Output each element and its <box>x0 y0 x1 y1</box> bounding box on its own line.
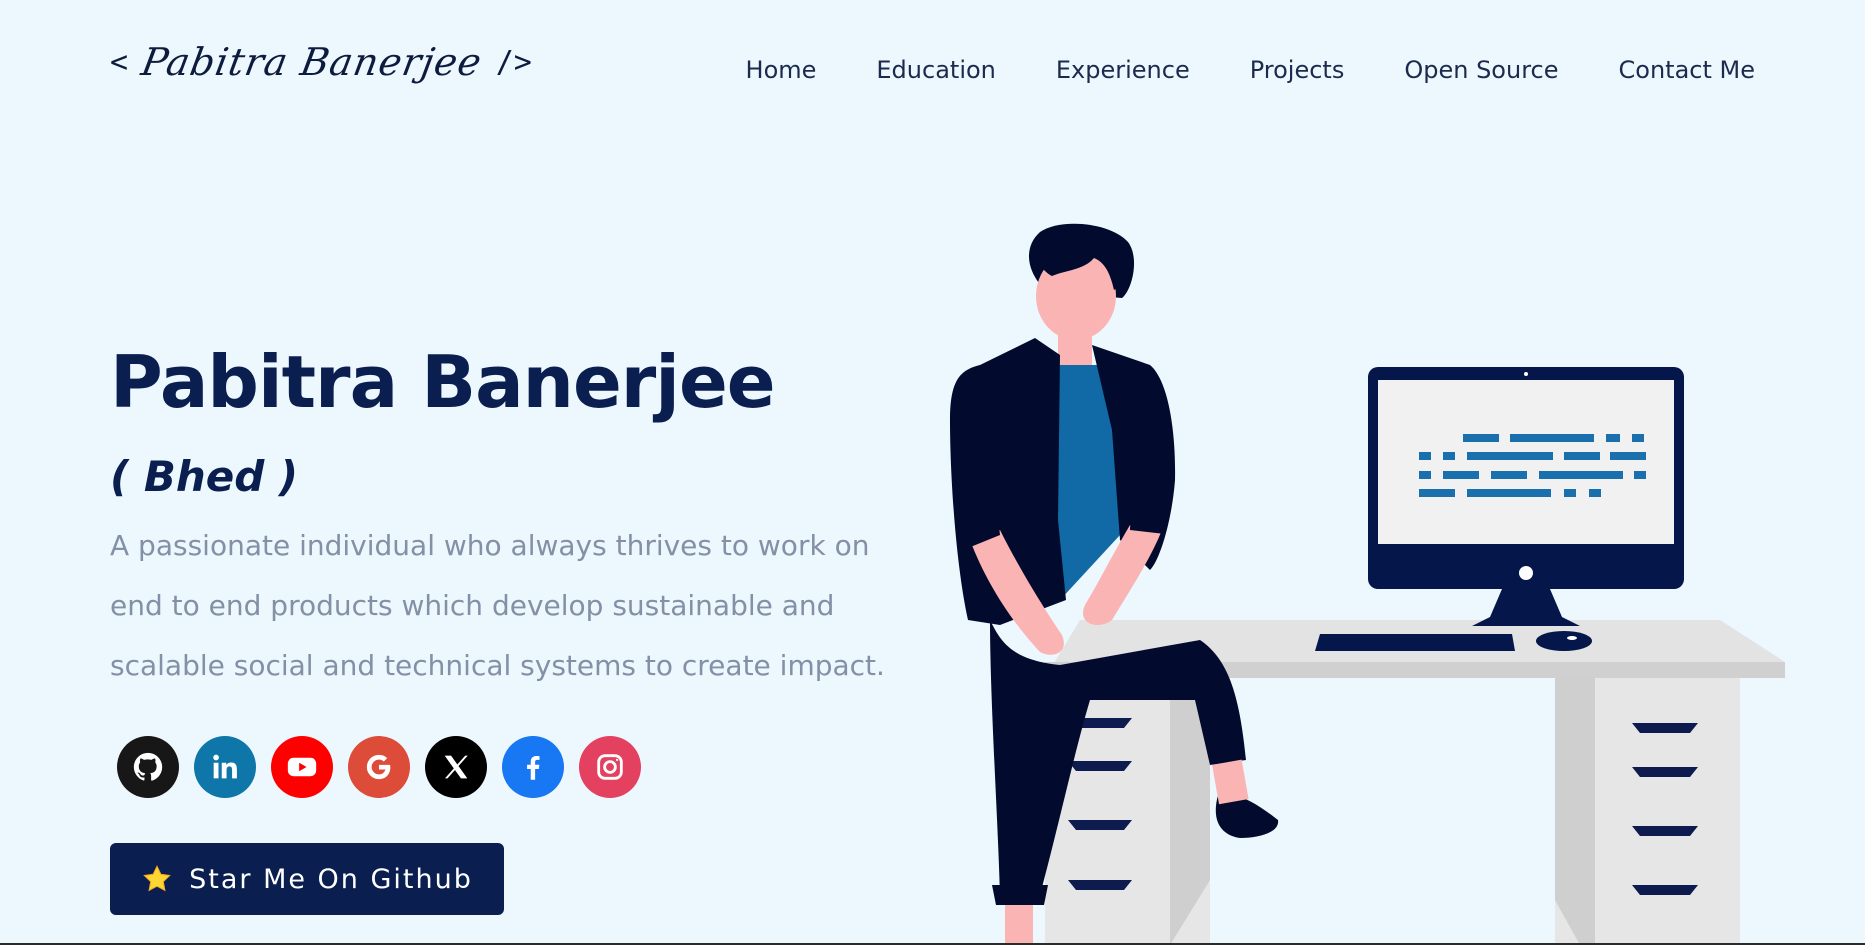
developer-desk-illustration <box>950 223 1785 945</box>
mouse <box>1536 631 1592 651</box>
keyboard <box>1315 634 1515 651</box>
monitor <box>1368 367 1684 626</box>
